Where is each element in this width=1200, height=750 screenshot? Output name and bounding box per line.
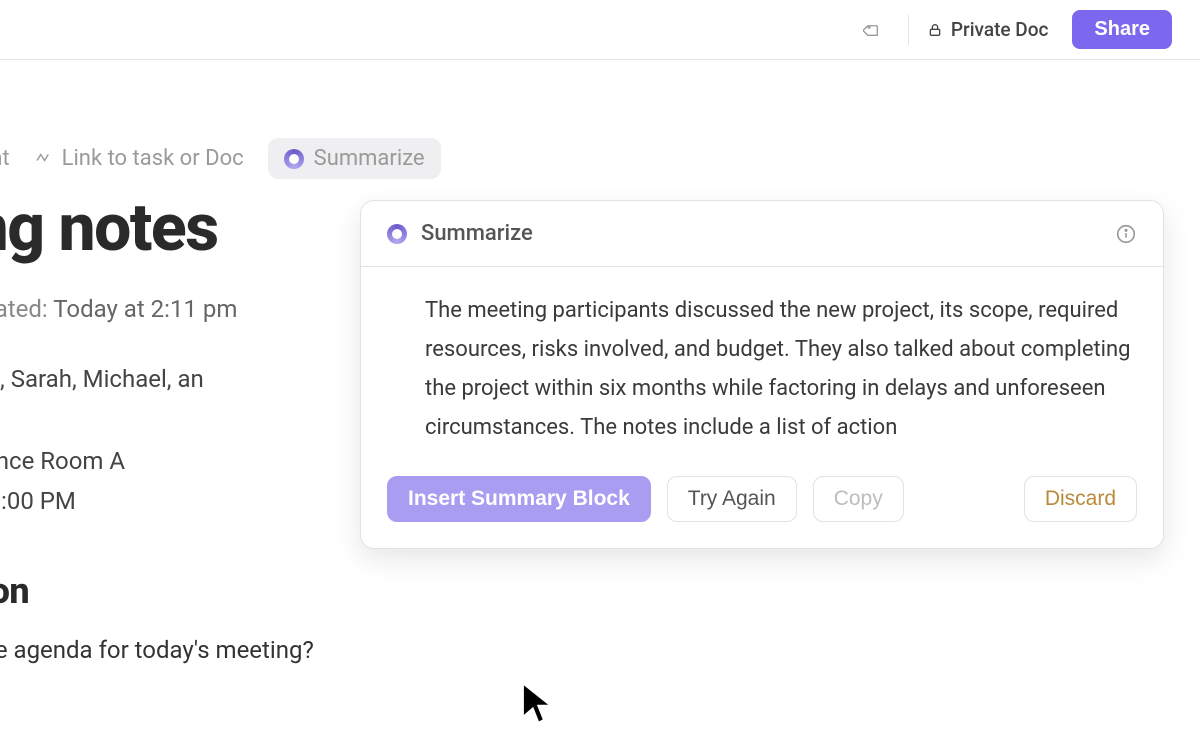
link-tool-label: Link to task or Doc (62, 146, 244, 171)
summarize-panel-header: Summarize (361, 201, 1163, 267)
cursor-icon (520, 680, 554, 726)
ai-icon (387, 224, 407, 244)
ai-icon (284, 149, 304, 169)
insert-summary-button[interactable]: Insert Summary Block (387, 476, 651, 522)
comment-tool[interactable]: mment (0, 146, 10, 171)
divider (908, 15, 909, 45)
summarize-panel-title: Summarize (421, 221, 533, 246)
info-icon[interactable] (1115, 223, 1137, 245)
summarize-panel-actions: Insert Summary Block Try Again Copy Disc… (361, 458, 1163, 548)
link-arrow-icon (34, 150, 52, 168)
visibility-toggle[interactable]: Private Doc (927, 18, 1049, 41)
last-updated-value: Today at 2:11 pm (53, 295, 237, 323)
tag-icon[interactable] (854, 12, 890, 48)
last-updated-label: Last Updated: (0, 295, 48, 323)
discard-button[interactable]: Discard (1024, 476, 1137, 522)
visibility-label: Private Doc (951, 18, 1049, 41)
link-tool[interactable]: Link to task or Doc (34, 146, 244, 171)
summarize-tool-label: Summarize (314, 146, 425, 171)
top-bar: Private Doc Share (0, 0, 1200, 60)
conversation-line: what's the agenda for today's meeting? (0, 636, 520, 664)
summarize-tool[interactable]: Summarize (268, 138, 441, 179)
share-button[interactable]: Share (1072, 10, 1172, 49)
copy-button[interactable]: Copy (813, 476, 904, 522)
lock-icon (927, 22, 943, 38)
try-again-button[interactable]: Try Again (667, 476, 797, 522)
participants-value: John, Sarah, Michael, an (0, 365, 204, 393)
summarize-panel-body: The meeting participants discussed the n… (361, 267, 1163, 458)
section-heading: ersation (0, 570, 520, 612)
inline-toolbar: mment Link to task or Doc Summarize (0, 138, 441, 179)
comment-tool-label: mment (0, 146, 10, 171)
summarize-panel: Summarize The meeting participants discu… (360, 200, 1164, 549)
